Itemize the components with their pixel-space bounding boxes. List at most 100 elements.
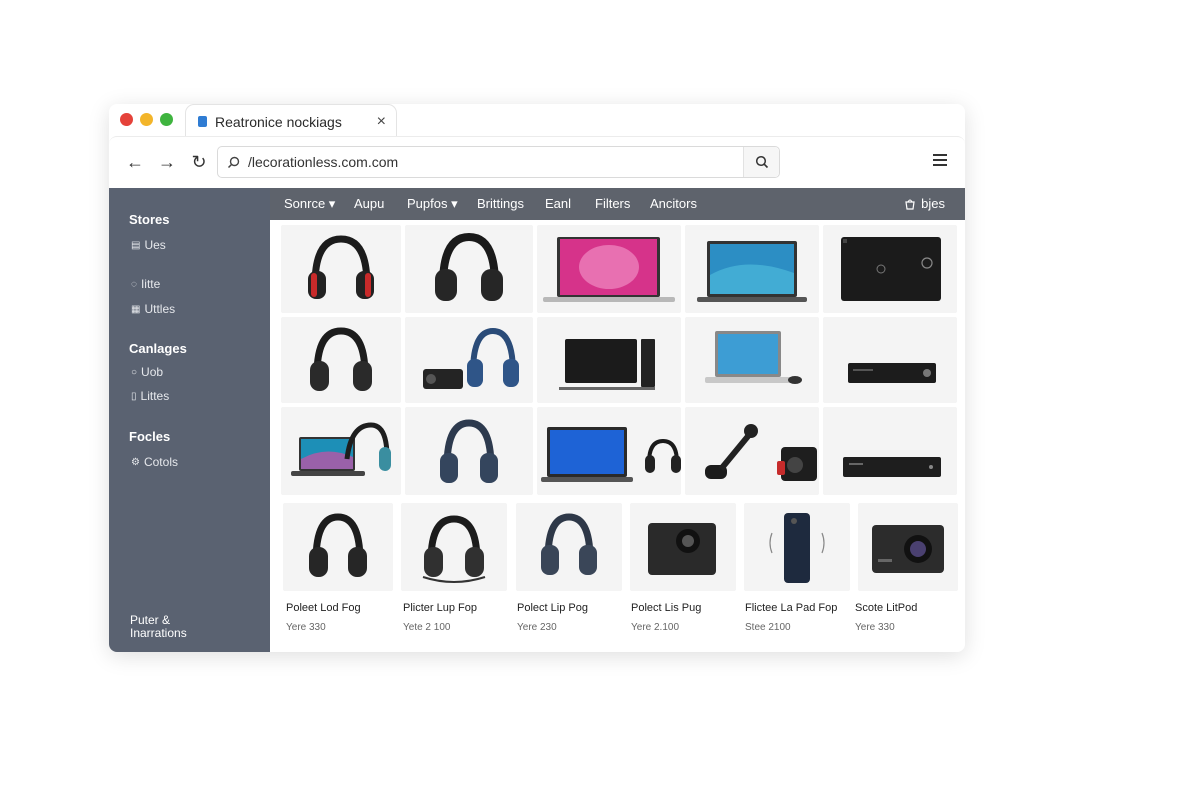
sidebar-item-littes[interactable]: ▯ Littes <box>131 389 169 403</box>
browser-tab[interactable]: Reatronice nockiags × <box>185 104 397 138</box>
product-card-image-4[interactable] <box>630 503 736 591</box>
tab-strip: Reatronice nockiags × <box>109 104 965 138</box>
browser-toolbar: ← → ↻ /lecorationless.com.com <box>109 136 965 188</box>
sidebar-item-iitte[interactable]: ◌ Iitte <box>131 277 160 291</box>
search-button[interactable] <box>743 147 779 177</box>
product-tile-headphones-blue-projector[interactable] <box>405 317 533 403</box>
category-brittings[interactable]: Brittings <box>477 196 524 211</box>
maximize-window-button[interactable] <box>160 113 173 126</box>
bag-button[interactable]: bjes <box>904 196 945 211</box>
product-card-image-6[interactable] <box>858 503 958 591</box>
back-button[interactable]: ← <box>121 149 149 177</box>
close-window-button[interactable] <box>120 113 133 126</box>
product-price-3: Yere 230 <box>517 622 557 633</box>
hamburger-menu-icon[interactable] <box>933 154 947 166</box>
product-tile-headphones-red[interactable] <box>281 225 401 313</box>
category-pupfos[interactable]: Pupfos ▾ <box>407 196 458 212</box>
grid-icon: ▦ <box>131 303 141 315</box>
product-title-3[interactable]: Polect Lip Pog <box>517 602 588 614</box>
camera-icon <box>648 523 716 575</box>
category-filters[interactable]: Filters <box>595 196 630 211</box>
monitor-icon <box>559 339 655 390</box>
product-title-5[interactable]: Flictee La Pad Fop <box>745 602 837 614</box>
sidebar-item-uttles[interactable]: ▦ Uttles <box>131 302 175 316</box>
category-eanl[interactable]: Eanl <box>545 196 571 211</box>
tab-close-icon[interactable]: × <box>377 113 386 131</box>
product-price-6: Yere 330 <box>855 622 895 633</box>
product-tile-laptop-blue[interactable] <box>685 225 819 313</box>
product-card-image-2[interactable] <box>401 503 507 591</box>
headphones-icon <box>308 235 374 299</box>
document-icon: ▯ <box>131 390 137 402</box>
sidebar-footer[interactable]: Puter & Inarrations <box>130 614 250 640</box>
sidebar-item-cotols[interactable]: ⚙ Cotols <box>131 455 178 469</box>
bag-icon <box>905 198 915 210</box>
headphones-icon <box>440 419 498 483</box>
product-grid: Poleet Lod Fog Yere 330 Plicter Lup Fop … <box>270 220 965 652</box>
lock-icon <box>198 116 207 127</box>
sidebar-item-ues[interactable]: ▤ Ues <box>131 238 166 252</box>
product-tile-headphones-black[interactable] <box>405 225 533 313</box>
laptop-icon <box>705 331 802 384</box>
list-icon: ▤ <box>131 239 141 251</box>
phone-icon <box>769 513 825 583</box>
product-title-2[interactable]: Plicter Lup Fop <box>403 602 477 614</box>
product-tile-speaker[interactable] <box>823 225 957 313</box>
set-top-box-icon <box>843 457 941 477</box>
footer-line-2: Inarrations <box>130 626 187 640</box>
product-tile-laptop-headphones[interactable] <box>281 407 401 495</box>
product-title-1[interactable]: Poleet Lod Fog <box>286 602 361 614</box>
product-card-image-5[interactable] <box>744 503 850 591</box>
circle-icon: ○ <box>131 366 138 378</box>
camera-icon <box>705 424 817 481</box>
product-price-5: Stee 2100 <box>745 622 791 633</box>
product-tile-set-top-box[interactable] <box>823 407 957 495</box>
category-aupu[interactable]: Aupu <box>354 196 384 211</box>
search-icon <box>218 156 248 169</box>
headphones-icon <box>541 513 597 575</box>
product-price-2: Yete 2 100 <box>403 622 451 633</box>
product-card-image-1[interactable] <box>283 503 393 591</box>
product-tile-monitor-pc[interactable] <box>537 317 681 403</box>
bag-label: bjes <box>921 196 945 211</box>
laptop-icon <box>541 427 681 482</box>
product-price-4: Yere 2.100 <box>631 622 680 633</box>
category-bar: Sonrce ▾ Aupu Pupfos ▾ Brittings Eanl Fi… <box>270 188 965 220</box>
product-price-1: Yere 330 <box>286 622 326 633</box>
gear-icon: ⚙ <box>131 456 140 468</box>
speaker-icon <box>841 237 941 301</box>
sidebar-heading-canlages: Canlages <box>129 341 187 356</box>
tag-icon: ◌ <box>131 278 137 290</box>
product-tile-mic-camera[interactable] <box>685 407 819 495</box>
laptop-icon <box>697 241 807 302</box>
headphones-icon <box>310 327 372 391</box>
product-tile-laptop-blue-screen[interactable] <box>537 407 681 495</box>
sidebar: Stores ▤ Ues ◌ Iitte ▦ Uttles Canlages ○ Uob… <box>109 188 270 652</box>
headphones-icon <box>309 513 367 577</box>
address-bar[interactable]: /lecorationless.com.com <box>217 146 780 178</box>
product-tile-headphones-navy[interactable] <box>405 407 533 495</box>
category-sonrce[interactable]: Sonrce ▾ <box>284 196 335 212</box>
product-tile-receiver[interactable] <box>823 317 957 403</box>
category-ancitors[interactable]: Ancitors <box>650 196 697 211</box>
product-tile-headphones[interactable] <box>281 317 401 403</box>
minimize-window-button[interactable] <box>140 113 153 126</box>
headphones-icon <box>423 327 519 389</box>
sidebar-item-uob[interactable]: ○ Uob <box>131 365 163 379</box>
sidebar-heading-focles: Focles <box>129 429 171 444</box>
reload-button[interactable]: ↻ <box>185 149 213 177</box>
tab-title: Reatronice nockiags <box>215 113 342 130</box>
url-text: /lecorationless.com.com <box>248 154 399 170</box>
product-title-4[interactable]: Polect Lis Pug <box>631 602 701 614</box>
window-controls <box>120 113 173 126</box>
product-card-image-3[interactable] <box>516 503 622 591</box>
magnifier-icon <box>755 155 768 169</box>
sidebar-heading-stores: Stores <box>129 212 170 227</box>
receiver-icon <box>848 363 936 383</box>
laptop-icon <box>291 422 391 476</box>
product-title-6[interactable]: Scote LitPod <box>855 602 917 614</box>
product-tile-laptop-pink[interactable] <box>537 225 681 313</box>
product-tile-laptop-mouse[interactable] <box>685 317 819 403</box>
browser-window: Reatronice nockiags × ← → ↻ /lecorationl… <box>109 104 965 652</box>
forward-button[interactable]: → <box>153 149 181 177</box>
